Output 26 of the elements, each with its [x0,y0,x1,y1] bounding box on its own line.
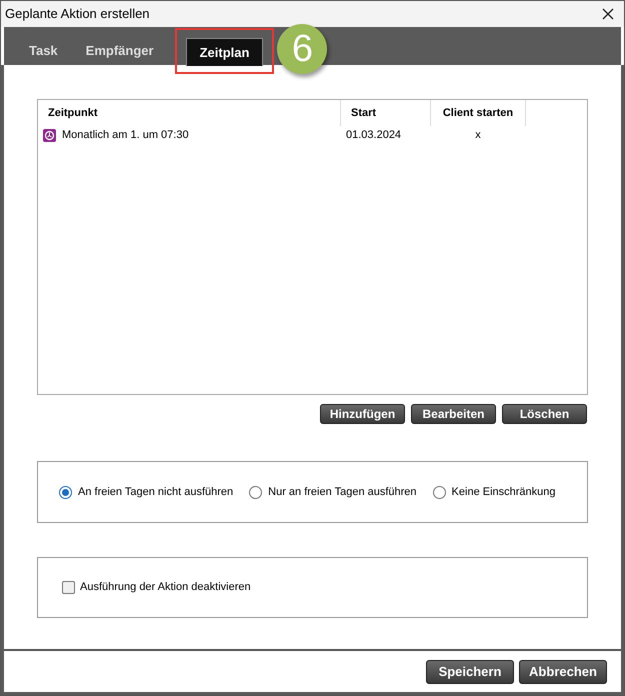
radio-label[interactable]: An freien Tagen nicht ausführen [78,484,234,500]
checkbox[interactable] [62,581,75,594]
action-button[interactable]: Löschen [502,404,587,424]
table-cell-text: x [475,128,481,143]
action-button[interactable]: Speichern [426,660,514,684]
radio-button[interactable] [59,486,72,498]
radio-button[interactable] [432,486,446,498]
checkbox-label[interactable]: Ausführung der Aktion deaktivieren [80,579,251,596]
tab[interactable]: Task [16,37,71,65]
callout-badge: 6 [277,24,328,74]
table-cell-text: 01.03.2024 [346,128,402,143]
column-header[interactable]: Zeitpunkt [38,100,340,126]
window-title: Geplante Aktion erstellen [5,5,150,24]
close-icon[interactable] [602,8,614,20]
table-cell-text: Monatlich am 1. um 07:30 [62,128,189,143]
action-button[interactable]: Hinzufügen [320,404,405,424]
schedule-icon [43,128,56,142]
radio-label[interactable]: Keine Einschränkung [452,484,556,500]
column-header[interactable]: Start [340,100,430,126]
action-button[interactable]: Abbrechen [519,660,607,684]
action-button[interactable]: Bearbeiten [411,404,496,424]
radio-button[interactable] [249,486,262,498]
tab[interactable]: Empfänger [72,37,167,65]
tab[interactable]: Zeitplan [186,38,264,66]
radio-label[interactable]: Nur an freien Tagen ausführen [268,484,417,500]
column-header[interactable]: Client starten [430,100,526,126]
